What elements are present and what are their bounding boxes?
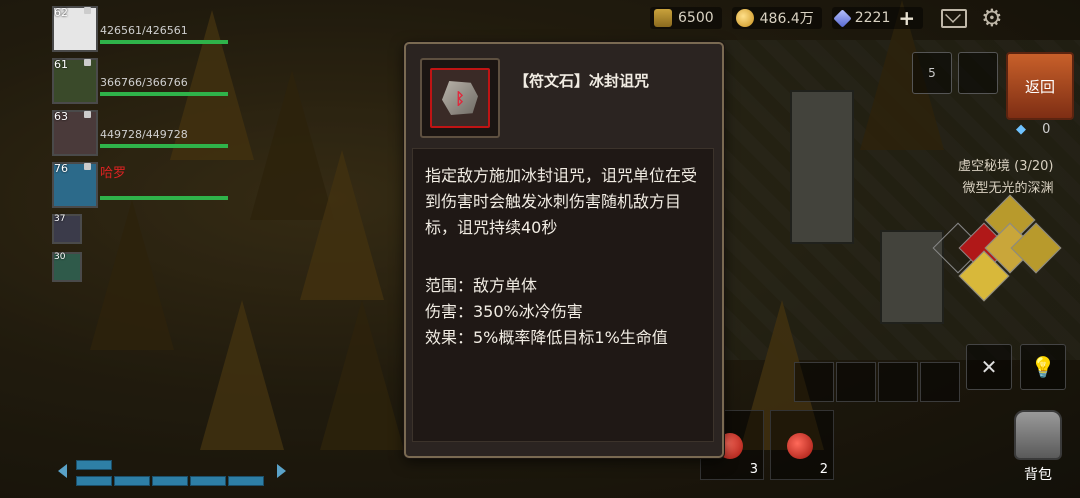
bag-button[interactable]: 背包: [1002, 410, 1074, 494]
party-member[interactable]: 76 哈罗: [50, 160, 228, 210]
member-level: 37: [54, 214, 66, 224]
lock-icon: [84, 163, 91, 170]
hp-bar: [100, 92, 228, 96]
backpack-icon: [1014, 410, 1062, 460]
hp-bar: [100, 144, 228, 148]
crystal-icon: ◆: [1016, 122, 1026, 137]
member-name: 哈罗: [100, 166, 127, 181]
rune-icon-border: ᛒ: [430, 68, 490, 128]
hp-bar: [100, 40, 228, 44]
coin-icon: [735, 9, 754, 27]
lock-icon: [84, 59, 91, 66]
member-hp: 366766/366766: [100, 76, 188, 89]
gear-icon[interactable]: ⚙: [981, 6, 1003, 30]
item-slot[interactable]: [836, 362, 876, 402]
item-slot[interactable]: [878, 362, 918, 402]
bag-label: 背包: [1024, 467, 1052, 483]
party-member[interactable]: 63 449728/449728: [50, 108, 228, 158]
arrow-left-icon[interactable]: [58, 464, 67, 478]
lock-icon: [84, 111, 91, 118]
back-button[interactable]: 返回: [1006, 52, 1074, 120]
skill-slot[interactable]: 5: [912, 52, 952, 94]
stat-effect: 效果：5%概率降低目标1%生命值: [425, 328, 668, 347]
potion-slot[interactable]: 2: [770, 410, 834, 480]
bar-segment: [114, 476, 150, 486]
potion-icon: [787, 433, 813, 459]
item-stats: 范围：敌方单体 伤害：350%冰冷伤害 效果：5%概率降低目标1%生命值: [425, 273, 705, 351]
member-level: 63: [54, 110, 68, 123]
wheat-resource: 6500: [650, 7, 722, 29]
stat-range: 范围：敌方单体: [425, 276, 538, 295]
party-list: 62 426561/426561 61 366766/366766 63 449…: [50, 4, 228, 288]
member-level: 61: [54, 58, 68, 71]
experience-bar: [58, 456, 286, 492]
rune-stone-icon: ᛒ: [442, 81, 478, 115]
gold-resource: 486.4万: [731, 7, 822, 29]
zone-name: 虚空秘境 (3/20): [958, 159, 1054, 174]
arrow-right-icon[interactable]: [277, 464, 286, 478]
wheat-icon: [654, 9, 672, 27]
gold-value: 486.4万: [759, 11, 814, 27]
member-level: 30: [54, 252, 66, 262]
diamond-icon: [833, 8, 852, 28]
add-diamond-button[interactable]: +: [898, 6, 915, 30]
party-member[interactable]: 62 426561/426561: [50, 4, 228, 54]
lock-icon: [84, 7, 91, 14]
item-description-box: 指定敌方施加冰封诅咒，诅咒单位在受到伤害时会触发冰刺伤害随机敌方目标，诅咒持续4…: [412, 148, 714, 442]
member-level: 62: [54, 6, 68, 19]
item-description: 指定敌方施加冰封诅咒，诅咒单位在受到伤害时会触发冰刺伤害随机敌方目标，诅咒持续4…: [425, 166, 698, 237]
skill-slot-count: 5: [928, 66, 936, 80]
bar-segment: [76, 460, 112, 470]
item-slot[interactable]: [794, 362, 834, 402]
hp-bar: [100, 196, 228, 200]
skill-slot[interactable]: [958, 52, 998, 94]
rune-glyph: ᛒ: [455, 88, 465, 108]
member-hp: 426561/426561: [100, 24, 188, 37]
member-level: 76: [54, 162, 68, 175]
diamond-value: 2221: [854, 10, 891, 26]
crystal-count: 0: [1042, 122, 1051, 137]
diamond-resource: 2221 +: [831, 6, 924, 30]
item-title: 【符文石】冰封诅咒: [514, 72, 650, 90]
bar-segment: [190, 476, 226, 486]
party-member[interactable]: 61 366766/366766: [50, 56, 228, 106]
party-member[interactable]: 37: [50, 212, 200, 248]
mail-icon[interactable]: [941, 8, 968, 28]
zone-subtitle: 微型无光的深渊: [962, 181, 1054, 196]
potion-count: 2: [819, 462, 828, 477]
member-hp: 449728/449728: [100, 128, 188, 141]
zone-info: 虚空秘境 (3/20) 微型无光的深渊: [958, 156, 1053, 200]
rune-icon-frame: ᛒ: [420, 58, 500, 138]
party-member[interactable]: 30: [50, 250, 200, 286]
bar-segment: [76, 476, 112, 486]
item-slot[interactable]: [920, 362, 960, 402]
bar-segment: [152, 476, 188, 486]
resource-bar: 6500 486.4万 2221 + ⚙: [650, 4, 1080, 32]
crossed-swords-icon[interactable]: ✕: [966, 344, 1012, 390]
crystal-counter: ◆ 0: [1016, 122, 1050, 137]
stat-damage: 伤害：350%冰冷伤害: [425, 302, 583, 321]
bar-segment: [228, 476, 264, 486]
minimap[interactable]: [930, 194, 1070, 302]
potion-count: 3: [749, 462, 758, 477]
lightbulb-icon[interactable]: 💡: [1020, 344, 1066, 390]
item-tooltip: ᛒ 【符文石】冰封诅咒 指定敌方施加冰封诅咒，诅咒单位在受到伤害时会触发冰刺伤害…: [404, 42, 724, 458]
wheat-value: 6500: [678, 10, 714, 26]
item-slot-bar: [794, 362, 960, 402]
